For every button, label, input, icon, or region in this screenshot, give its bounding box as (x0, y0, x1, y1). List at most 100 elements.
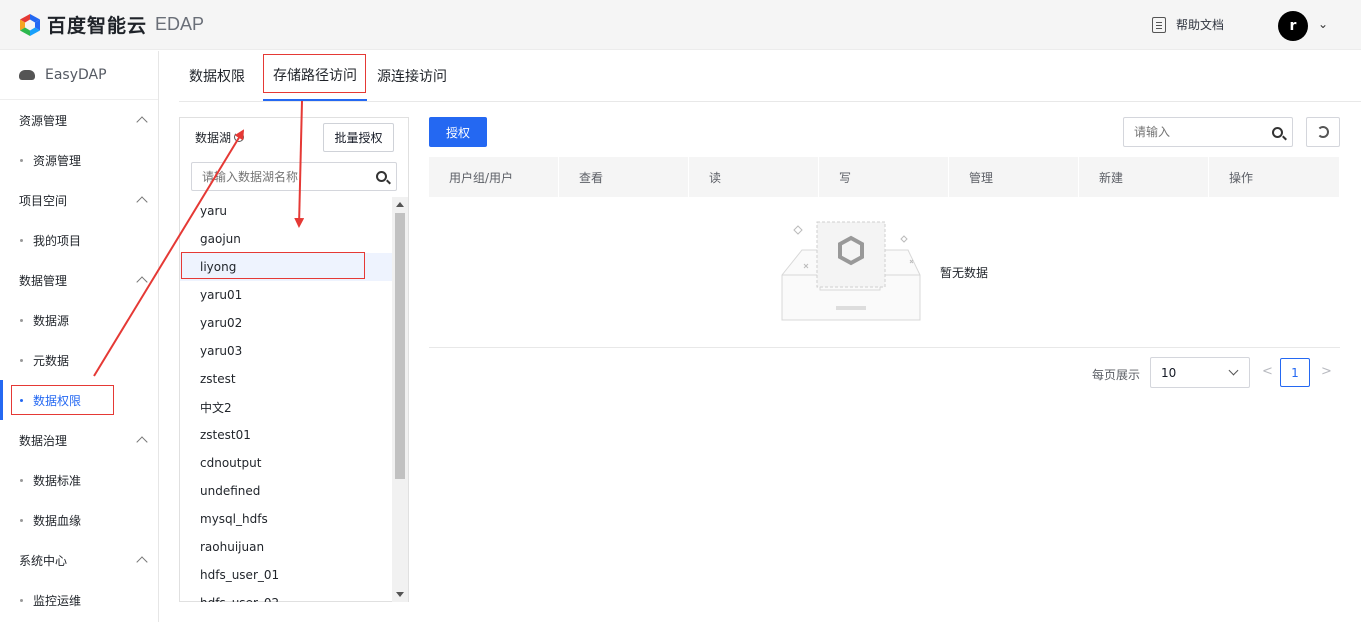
list-item[interactable]: undefined (180, 477, 392, 505)
list-item[interactable]: gaojun (180, 225, 392, 253)
data-lake-panel: 数据湖 批量授权 yaru gaojun liyong yaru01 yaru0… (179, 117, 409, 602)
sidebar-item-monitoring[interactable]: 监控运维 (0, 580, 158, 620)
column-header: 查看 (559, 157, 689, 197)
baidu-cloud-logo-icon (18, 13, 42, 37)
scroll-up-arrow-icon[interactable] (396, 202, 404, 207)
chevron-up-icon (136, 276, 148, 288)
scroll-down-arrow-icon[interactable] (396, 592, 404, 597)
sidebar-group-resource[interactable]: 资源管理 (0, 100, 158, 140)
data-lake-search-input[interactable] (202, 169, 372, 184)
group-label: 资源管理 (19, 113, 68, 128)
bullet-icon (20, 598, 23, 602)
help-docs-label: 帮助文档 (1176, 18, 1225, 32)
document-icon (1152, 16, 1166, 33)
list-item[interactable]: hdfs_user_02 (180, 589, 392, 602)
chevron-down-icon (1228, 365, 1239, 376)
divider (429, 347, 1340, 348)
logo[interactable]: 百度智能云 EDAP (18, 11, 204, 38)
data-lake-search[interactable] (191, 162, 397, 191)
sidebar-item-data-standard[interactable]: 数据标准 (0, 460, 158, 500)
list-item[interactable]: hdfs_user_01 (180, 561, 392, 589)
empty-state-illustration (780, 220, 1040, 325)
sidebar-group-system[interactable]: 系统中心 (0, 540, 158, 580)
page-number-button[interactable]: 1 (1280, 358, 1310, 387)
empty-state-text: 暂无数据 (940, 266, 989, 280)
tab-data-permission[interactable]: 数据权限 (179, 51, 255, 101)
list-item[interactable]: yaru03 (180, 337, 392, 365)
page-size-value: 10 (1161, 365, 1177, 380)
sidebar-item-label: 元数据 (33, 353, 70, 368)
refresh-button[interactable] (1306, 117, 1340, 147)
list-item[interactable]: yaru (180, 197, 392, 225)
help-docs-link[interactable]: 帮助文档 (1152, 16, 1224, 33)
bullet-icon (20, 318, 23, 322)
next-page-button[interactable]: > (1321, 364, 1332, 379)
refresh-icon (1317, 126, 1329, 138)
chevron-up-icon (136, 116, 148, 128)
list-item[interactable]: 中文2 (180, 393, 392, 421)
tab-source-connection-access[interactable]: 源连接访问 (367, 51, 457, 101)
data-lake-list: yaru gaojun liyong yaru01 yaru02 yaru03 … (180, 197, 392, 602)
data-lake-panel-header: 数据湖 批量授权 (180, 118, 408, 156)
sidebar-item-label: 数据血缘 (33, 513, 82, 528)
authorize-button[interactable]: 授权 (429, 117, 487, 147)
sidebar-item-label: 监控运维 (33, 593, 82, 608)
list-item[interactable]: liyong (180, 253, 392, 281)
permission-search-input[interactable] (1134, 125, 1264, 139)
bullet-icon (20, 518, 23, 522)
column-header: 写 (819, 157, 949, 197)
list-item[interactable]: raohuijuan (180, 533, 392, 561)
top-header: 百度智能云 EDAP 帮助文档 r ⌄ (0, 0, 1361, 50)
tab-storage-path-access[interactable]: 存储路径访问 (263, 51, 367, 101)
list-item[interactable]: mysql_hdfs (180, 505, 392, 533)
bullet-icon (20, 238, 23, 242)
list-item[interactable]: cdnoutput (180, 449, 392, 477)
sidebar-group-data-manage[interactable]: 数据管理 (0, 260, 158, 300)
sidebar-app-name: EasyDAP (45, 67, 107, 83)
list-item[interactable]: zstest (180, 365, 392, 393)
chevron-up-icon (136, 436, 148, 448)
sidebar-item-my-projects[interactable]: 我的项目 (0, 220, 158, 260)
sidebar-item-label: 数据源 (33, 313, 70, 328)
sidebar-item-data-lineage[interactable]: 数据血缘 (0, 500, 158, 540)
column-header: 用户组/用户 (429, 157, 559, 197)
group-label: 项目空间 (19, 193, 68, 208)
scrollbar-thumb[interactable] (395, 213, 405, 479)
sidebar-app-header[interactable]: EasyDAP (0, 51, 158, 100)
column-header: 读 (689, 157, 819, 197)
list-scrollbar[interactable] (392, 197, 408, 602)
group-label: 数据管理 (19, 273, 68, 288)
chevron-up-icon (136, 556, 148, 568)
column-header: 新建 (1079, 157, 1209, 197)
list-item[interactable]: yaru01 (180, 281, 392, 309)
sidebar-item-label: 我的项目 (33, 233, 82, 248)
sidebar-item-label: 数据标准 (33, 473, 82, 488)
group-label: 数据治理 (19, 433, 68, 448)
sidebar-item-metadata[interactable]: 元数据 (0, 340, 158, 380)
data-lake-title: 数据湖 (195, 130, 232, 145)
batch-authorize-button[interactable]: 批量授权 (323, 123, 394, 152)
prev-page-button[interactable]: < (1262, 364, 1273, 379)
sidebar-item-data-permission[interactable]: 数据权限 (0, 380, 158, 420)
avatar[interactable]: r (1278, 11, 1308, 41)
bullet-icon (20, 398, 23, 402)
list-item[interactable]: yaru02 (180, 309, 392, 337)
sidebar-item-resource-manage[interactable]: 资源管理 (0, 140, 158, 180)
sidebar-group-project[interactable]: 项目空间 (0, 180, 158, 220)
bullet-icon (20, 158, 23, 162)
sidebar: EasyDAP 资源管理 资源管理 项目空间 我的项目 数据管理 数据源 元数据… (0, 51, 159, 622)
page-size-select[interactable]: 10 (1150, 357, 1250, 388)
sidebar-item-label: 数据权限 (33, 393, 82, 408)
permission-search[interactable] (1123, 117, 1293, 147)
sidebar-item-datasource[interactable]: 数据源 (0, 300, 158, 340)
table-header: 用户组/用户 查看 读 写 管理 新建 操作 (429, 157, 1340, 197)
search-icon[interactable] (1272, 126, 1283, 138)
bullet-icon (20, 358, 23, 362)
per-page-label: 每页展示 (1092, 368, 1141, 382)
chevron-down-icon[interactable]: ⌄ (1318, 17, 1328, 31)
refresh-icon[interactable] (234, 132, 245, 142)
list-item[interactable]: zstest01 (180, 421, 392, 449)
search-icon[interactable] (376, 171, 387, 182)
sidebar-group-governance[interactable]: 数据治理 (0, 420, 158, 460)
column-header: 操作 (1209, 157, 1340, 197)
